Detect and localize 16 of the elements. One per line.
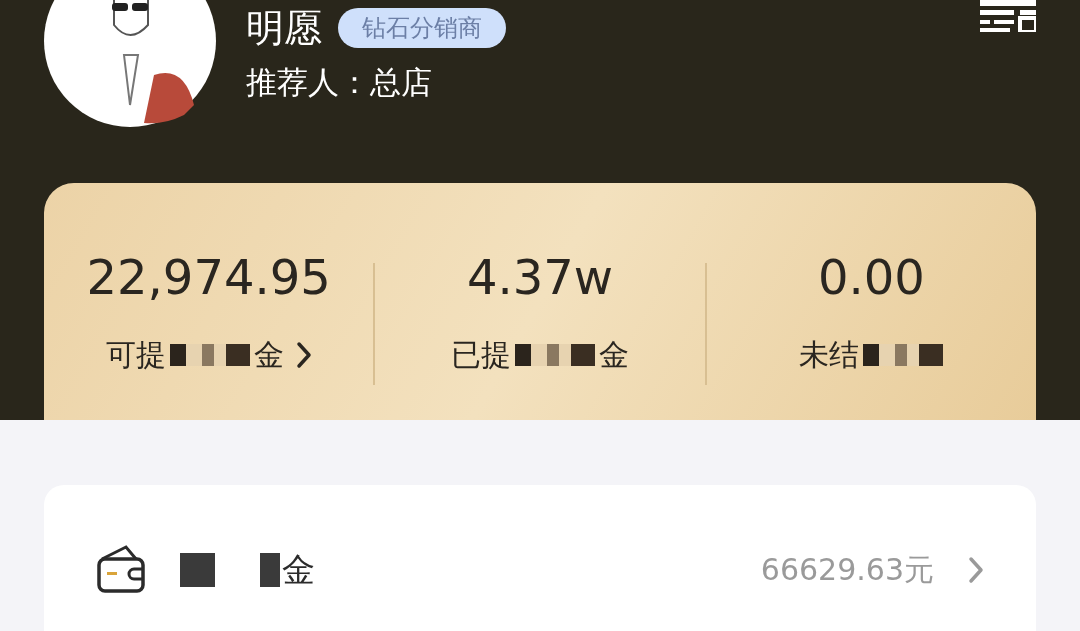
qr-code-icon[interactable] (980, 0, 1036, 32)
level-badge: 钻石分销商 (338, 8, 506, 48)
stat-label: 金 (599, 336, 629, 374)
row-value: 66629.63元 (760, 550, 934, 589)
stat-value: 22,974.95 (86, 248, 331, 307)
stat-label: 未结 (799, 336, 860, 374)
row-label: 金 (282, 548, 315, 591)
stat-label: 金 (253, 336, 284, 374)
stat-value: 4.37w (466, 248, 614, 307)
stat-label: 已提 (451, 336, 511, 374)
wallet-icon (96, 545, 148, 595)
user-name: 明愿 (246, 4, 322, 52)
stat-value: 0.00 (817, 248, 925, 307)
chevron-right-icon[interactable] (295, 341, 312, 369)
stat-label: 可提 (105, 336, 166, 374)
referrer-text: 推荐人：总店 (246, 63, 433, 102)
